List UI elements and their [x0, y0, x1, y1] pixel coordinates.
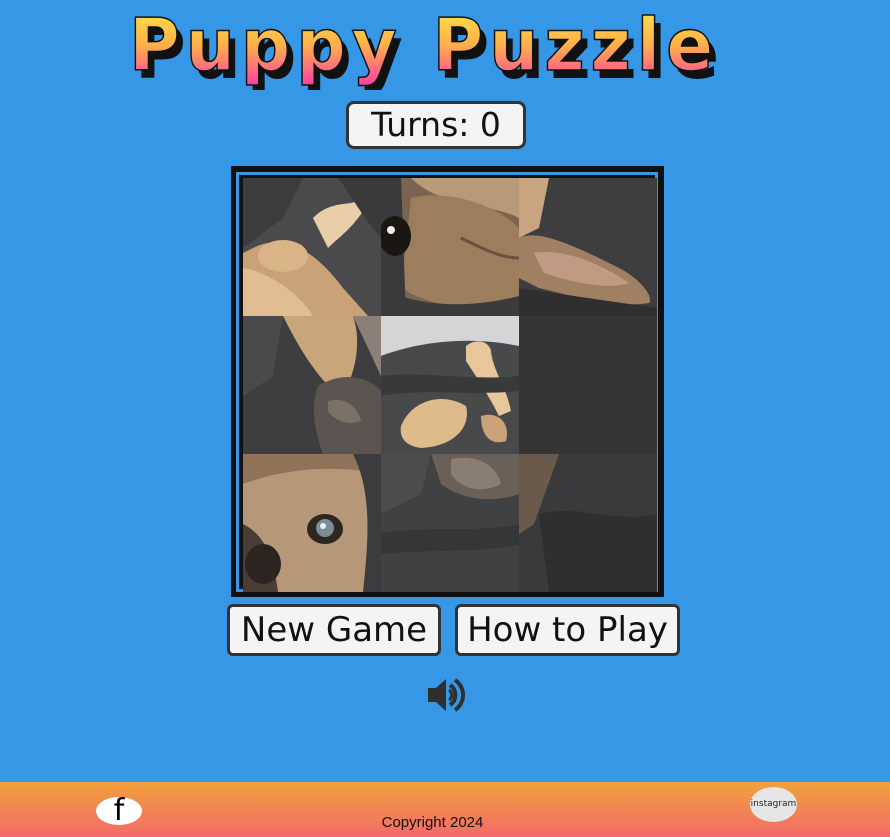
page-footer: f Copyright 2024 instagram	[0, 782, 890, 837]
puzzle-board	[231, 166, 664, 597]
turns-counter: Turns: 0	[346, 101, 526, 149]
puzzle-tile-8[interactable]	[381, 454, 519, 592]
speaker-icon[interactable]	[424, 673, 468, 717]
puzzle-tile-5[interactable]	[381, 316, 519, 454]
puzzle-tile-7[interactable]	[243, 454, 381, 592]
how-to-play-button[interactable]: How to Play	[455, 604, 680, 656]
puzzle-grid	[243, 178, 657, 592]
page-title: Puppy Puzzle Puppy Puzzle	[128, 2, 731, 95]
puzzle-tile-2[interactable]	[381, 178, 519, 316]
puzzle-tile-3[interactable]	[519, 178, 657, 316]
instagram-icon[interactable]: instagram	[750, 787, 797, 822]
puzzle-empty-slot	[519, 316, 657, 454]
puzzle-tile-4[interactable]	[243, 316, 381, 454]
svg-text:Puppy Puzzle: Puppy Puzzle	[129, 8, 719, 87]
puzzle-tile-1[interactable]	[243, 178, 381, 316]
puzzle-board-frame	[236, 172, 658, 592]
title-logo: Puppy Puzzle Puppy Puzzle	[128, 2, 719, 95]
copyright-text: Copyright 2024	[381, 814, 484, 831]
puzzle-tile-9[interactable]	[519, 454, 657, 592]
new-game-button[interactable]: New Game	[227, 604, 441, 656]
